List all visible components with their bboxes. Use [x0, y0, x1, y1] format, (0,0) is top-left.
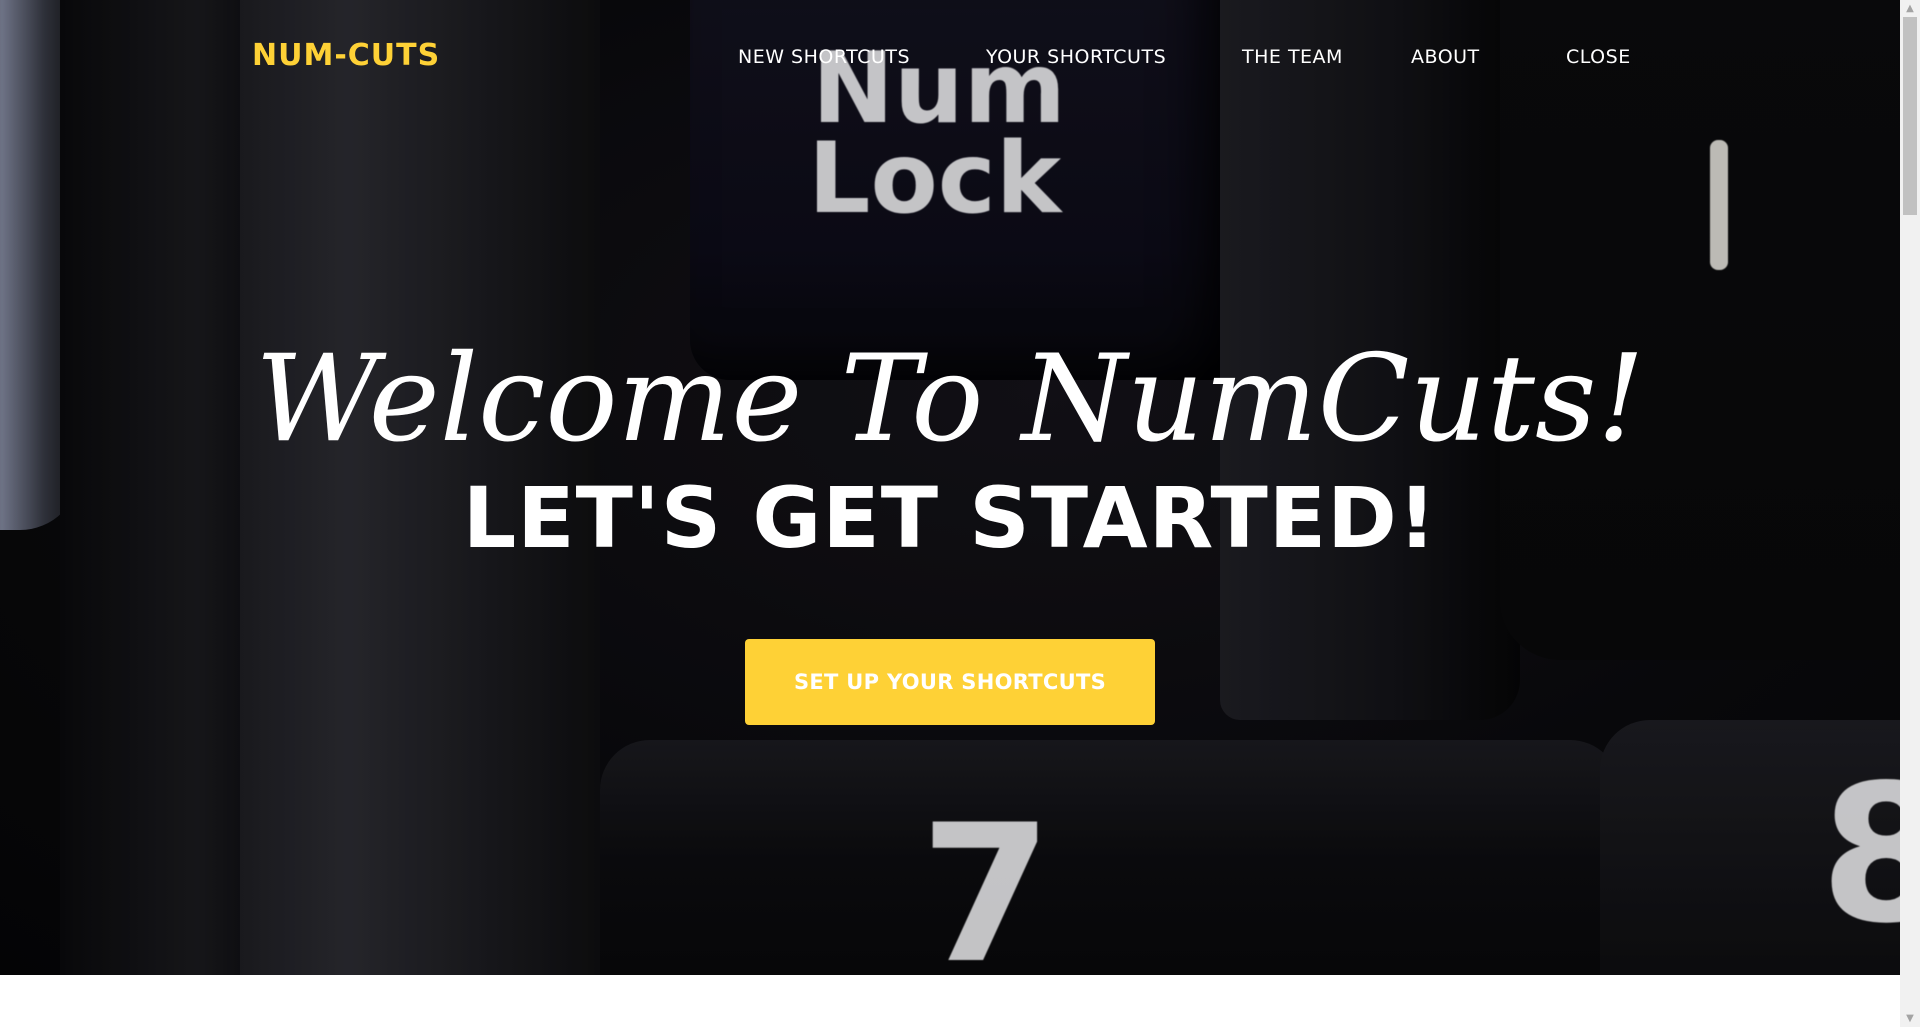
hero-main-heading: LET'S GET STARTED!	[462, 469, 1438, 567]
page-scrollbar[interactable]: ▲ ▼	[1900, 0, 1920, 1027]
nav-link-new-shortcuts[interactable]: NEW SHORTCUTS	[738, 46, 910, 68]
nav-link-the-team[interactable]: THE TEAM	[1242, 46, 1343, 68]
scroll-up-arrow-icon[interactable]: ▲	[1900, 0, 1920, 17]
main-navbar: NUM-CUTS NEW SHORTCUTS YOUR SHORTCUTS TH…	[0, 0, 1900, 115]
scrollbar-thumb[interactable]	[1903, 17, 1917, 215]
hero-section: Num Lock 7 8 NUM-CUTS NEW SHORTCUTS YOUR…	[0, 0, 1900, 975]
nav-link-close[interactable]: CLOSE	[1566, 46, 1631, 68]
scroll-down-arrow-icon[interactable]: ▼	[1900, 1010, 1920, 1027]
hero-lead-heading: Welcome To NumCuts!	[255, 330, 1645, 469]
nav-link-about[interactable]: ABOUT	[1411, 46, 1480, 68]
nav-link-your-shortcuts[interactable]: YOUR SHORTCUTS	[986, 46, 1166, 68]
page: Num Lock 7 8 NUM-CUTS NEW SHORTCUTS YOUR…	[0, 0, 1920, 1027]
setup-shortcuts-button[interactable]: SET UP YOUR SHORTCUTS	[745, 639, 1155, 725]
brand-logo-link[interactable]: NUM-CUTS	[252, 38, 440, 73]
